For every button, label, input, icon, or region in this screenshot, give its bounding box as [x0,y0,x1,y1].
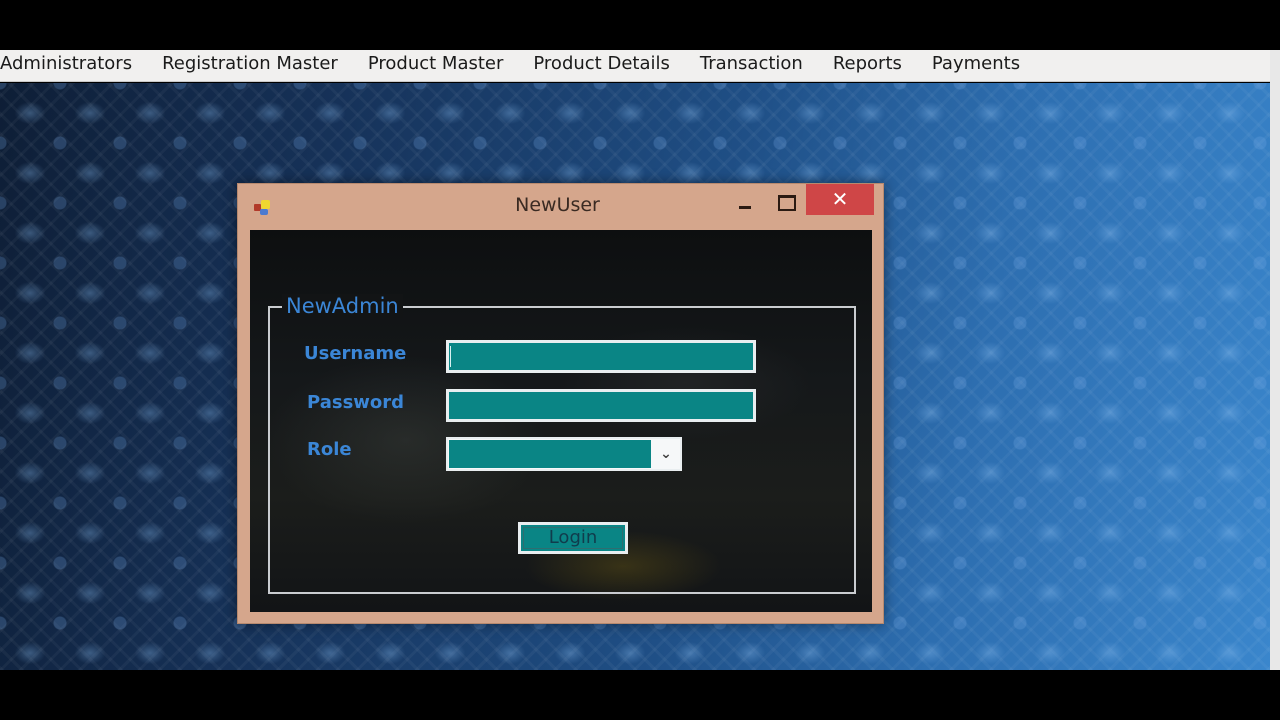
password-input[interactable] [446,389,756,422]
menu-administrators[interactable]: Administrators [0,50,147,82]
window-right-edge [1270,50,1280,670]
dialog-titlebar[interactable]: NewUser ✕ [238,184,883,230]
newadmin-groupbox: NewAdmin Username Password Role ⌄ Login [268,294,856,594]
text-caret [450,346,451,367]
close-button[interactable]: ✕ [806,184,874,215]
dialog-title-text: NewUser [515,194,600,216]
groupbox-title: NewAdmin [282,294,403,318]
letterbox-top [0,0,1280,50]
dialog-client-area: NewAdmin Username Password Role ⌄ Login [250,230,872,612]
newuser-dialog: NewUser ✕ NewAdmin Username Password Rol… [237,183,884,624]
minimize-icon[interactable] [736,196,756,216]
role-dropdown[interactable]: ⌄ [446,437,682,471]
password-label: Password [307,392,405,413]
letterbox-bottom [0,670,1280,720]
username-label: Username [304,343,407,364]
menu-payments[interactable]: Payments [917,50,1035,82]
chevron-down-icon[interactable]: ⌄ [654,441,678,467]
login-button[interactable]: Login [518,522,628,554]
maximize-icon[interactable] [776,192,796,212]
menu-transaction[interactable]: Transaction [685,50,818,82]
main-menubar: Administrators Registration Master Produ… [0,50,1270,82]
menu-reports[interactable]: Reports [818,50,917,82]
menu-product-master[interactable]: Product Master [353,50,519,82]
close-icon: ✕ [831,187,849,211]
menu-registration-master[interactable]: Registration Master [147,50,353,82]
username-input[interactable] [446,340,756,373]
menu-product-details[interactable]: Product Details [518,50,684,82]
role-selected-value[interactable] [449,440,651,468]
role-label: Role [307,439,352,460]
